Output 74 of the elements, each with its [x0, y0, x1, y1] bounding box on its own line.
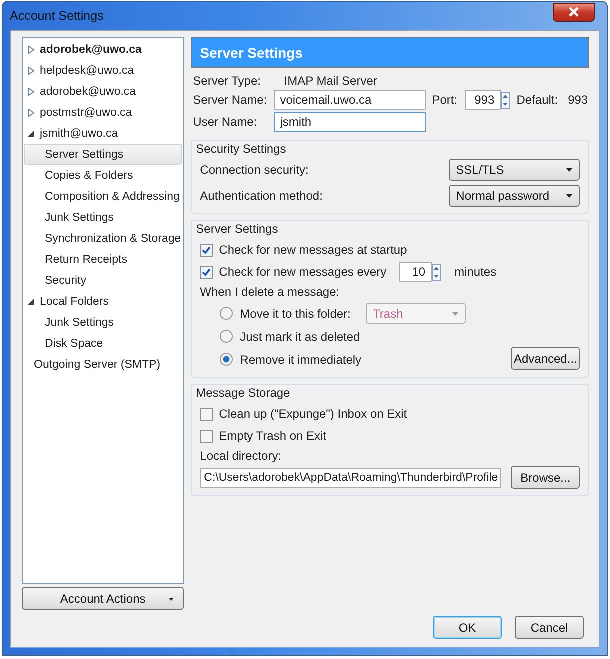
expand-arrow-icon: [28, 108, 35, 116]
field-label: Connection security:: [200, 163, 310, 177]
radio-button[interactable]: [220, 353, 234, 366]
field-label: User Name:: [193, 115, 258, 129]
dropdown-arrow-icon: [566, 168, 574, 172]
advanced-button[interactable]: Advanced...: [511, 347, 580, 370]
tree-item[interactable]: Disk Space: [24, 333, 182, 354]
expand-arrow-icon: [28, 46, 35, 54]
tree-item[interactable]: Composition & Addressing: [24, 186, 182, 207]
dialog-button[interactable]: OK: [433, 616, 502, 639]
tree-item[interactable]: Return Receipts: [24, 249, 182, 270]
checkbox[interactable]: [200, 408, 214, 420]
checkbox-label: Empty Trash on Exit: [219, 429, 327, 443]
radio-label: Remove it immediately: [240, 352, 360, 366]
tree-item[interactable]: helpdesk@uwo.ca: [24, 60, 182, 81]
field-label: Local directory:: [200, 449, 283, 463]
dropdown[interactable]: SSL/TLS: [449, 159, 580, 181]
account-actions-button[interactable]: Account Actions: [22, 587, 184, 610]
expand-arrow-icon: [28, 88, 35, 96]
dropdown[interactable]: Normal password: [449, 185, 580, 207]
field-label: Port:: [432, 93, 459, 107]
window-title: Account Settings: [10, 9, 104, 23]
dropdown-arrow-icon: [169, 598, 174, 601]
spinner-icon: [432, 264, 441, 280]
dropdown-arrow-icon: [452, 312, 460, 316]
text-field[interactable]: voicemail.uwo.ca: [274, 90, 426, 110]
radio-label: Just mark it as deleted: [240, 330, 360, 344]
radio-button[interactable]: [220, 307, 234, 320]
radio-button[interactable]: [220, 330, 234, 343]
port-field[interactable]: 993: [464, 90, 501, 110]
server-type-value: IMAP Mail Server: [283, 74, 378, 88]
field-label: Server Type:: [193, 74, 262, 88]
tree-item[interactable]: Junk Settings: [24, 312, 182, 333]
tree-item[interactable]: jsmith@uwo.ca: [24, 123, 182, 144]
dropdown-arrow-icon: [566, 194, 574, 198]
checkbox-label: Check for new messages at startup: [219, 243, 408, 257]
interval-field[interactable]: 10: [398, 262, 432, 282]
close-icon: [568, 7, 580, 17]
tree-item[interactable]: Local Folders: [24, 291, 182, 312]
field-label: Authentication method:: [200, 189, 324, 203]
folder-dropdown[interactable]: Trash: [366, 303, 466, 324]
expand-arrow-icon: [28, 66, 35, 74]
field-label: Default:: [516, 93, 558, 107]
dialog-button[interactable]: Cancel: [515, 616, 584, 639]
field-label: Server Name:: [193, 93, 268, 107]
tree-item[interactable]: Junk Settings: [24, 207, 182, 228]
collapse-arrow-icon: [28, 298, 35, 306]
text-field[interactable]: jsmith: [274, 112, 426, 132]
checkbox[interactable]: [200, 266, 214, 278]
tree-item[interactable]: Synchronization & Storage: [24, 228, 182, 249]
tree-item[interactable]: adorobek@uwo.ca: [24, 39, 182, 60]
panel-header: Server Settings: [191, 37, 590, 68]
checkbox[interactable]: [200, 244, 214, 256]
checkbox[interactable]: [200, 430, 214, 442]
tree-item[interactable]: Server Settings: [24, 144, 182, 165]
directory-field[interactable]: C:\Users\adorobek\AppData\Roaming\Thunderbird\Profile: [200, 468, 502, 488]
tree-item[interactable]: adorobek@uwo.ca: [24, 81, 182, 102]
tree-item[interactable]: Copies & Folders: [24, 165, 182, 186]
checkbox-label: Check for new messages every: [219, 265, 387, 279]
collapse-arrow-icon: [28, 130, 35, 138]
unit-label: minutes: [454, 265, 497, 279]
group-title: Message Storage: [196, 386, 292, 400]
radio-label: Move it to this folder:: [240, 306, 352, 320]
close-button[interactable]: [553, 2, 595, 22]
section-label: When I delete a message:: [200, 285, 341, 299]
tree-item[interactable]: Outgoing Server (SMTP): [24, 354, 182, 375]
tree-item[interactable]: postmstr@uwo.ca: [24, 102, 182, 123]
tree-item[interactable]: Security: [24, 270, 182, 291]
spinner-icon: [500, 92, 510, 108]
checkbox-label: Clean up ("Expunge") Inbox on Exit: [219, 407, 408, 421]
default-port-value: 993: [568, 93, 588, 107]
group-title: Security Settings: [196, 142, 288, 156]
browse-button[interactable]: Browse...: [511, 466, 580, 489]
group-title: Server Settings: [196, 222, 280, 236]
